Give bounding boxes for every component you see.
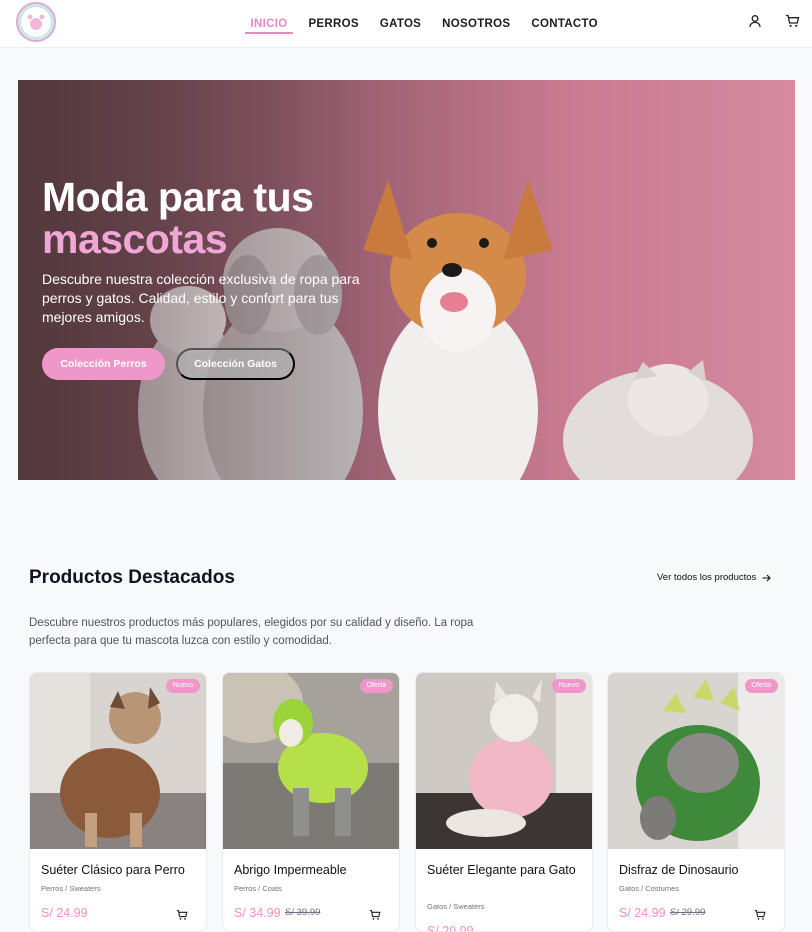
product-category: Gatos / Sweaters <box>427 902 485 911</box>
product-card[interactable]: Oferta Abrigo Impermeable Perros / Coats… <box>222 672 400 932</box>
cats-collection-button[interactable]: Colección Gatos <box>176 348 295 380</box>
nav-link-gatos[interactable]: GATOS <box>369 0 431 48</box>
product-image[interactable] <box>223 673 399 849</box>
status-badge: Nuevo <box>551 679 586 693</box>
nav-link-inicio[interactable]: INICIO <box>240 0 298 48</box>
nav-link-contacto[interactable]: CONTACTO <box>521 0 609 48</box>
hero-title-line1: Moda para tus <box>42 174 314 220</box>
nav-link-nosotros[interactable]: NOSOTROS <box>432 0 521 48</box>
status-badge: Nuevo <box>165 679 200 693</box>
brand-logo[interactable] <box>16 2 56 42</box>
see-all-products-link[interactable]: Ver todos los productos <box>657 572 772 583</box>
product-old-price: S/ 39.99 <box>285 907 321 918</box>
add-to-cart-icon[interactable] <box>176 908 188 920</box>
hero-subtitle: Descubre nuestra colección exclusiva de … <box>42 271 360 325</box>
navbar: INICIO PERROS GATOS NOSOTROS CONTACTO <box>0 0 812 48</box>
product-image[interactable] <box>608 673 784 849</box>
product-price: S/ 34.99 <box>234 906 281 920</box>
product-name[interactable]: Suéter Elegante para Gato <box>427 861 587 879</box>
product-price: S/ 29.99 <box>427 924 474 932</box>
product-price: S/ 24.99 <box>619 906 666 920</box>
arrow-right-icon <box>762 574 772 581</box>
product-image[interactable] <box>416 673 592 849</box>
product-name[interactable]: Suéter Clásico para Perro <box>41 861 201 879</box>
add-to-cart-icon[interactable] <box>754 908 766 920</box>
product-card[interactable]: Nuevo Suéter Clásico para Perro Perros /… <box>29 672 207 932</box>
user-icon[interactable] <box>746 12 764 30</box>
status-badge: Oferta <box>744 679 778 693</box>
product-name[interactable]: Abrigo Impermeable <box>234 861 394 879</box>
featured-title: Productos Destacados <box>29 567 235 588</box>
featured-description: Descubre nuestros productos más populare… <box>29 617 474 647</box>
product-category: Perros / Sweaters <box>41 884 101 893</box>
main-menu: INICIO PERROS GATOS NOSOTROS CONTACTO <box>240 0 608 48</box>
hero-title-line2: mascotas <box>42 216 228 262</box>
hero-banner: Moda para tus mascotas Descubre nuestra … <box>18 80 795 480</box>
brand-logo-graphic <box>19 5 53 39</box>
product-card[interactable]: Nuevo Suéter Elegante para Gato Gatos / … <box>415 672 593 932</box>
cart-icon[interactable] <box>783 12 801 30</box>
hero-title: Moda para tus mascotas <box>42 174 314 262</box>
product-price: S/ 24.99 <box>41 906 88 920</box>
product-old-price: S/ 29.99 <box>670 907 706 918</box>
dogs-collection-button[interactable]: Colección Perros <box>42 348 165 380</box>
add-to-cart-icon[interactable] <box>369 908 381 920</box>
product-category: Perros / Coats <box>234 884 282 893</box>
product-category: Gatos / Costumes <box>619 884 680 893</box>
product-image[interactable] <box>30 673 206 849</box>
see-all-label: Ver todos los productos <box>657 572 757 583</box>
status-badge: Oferta <box>359 679 393 693</box>
product-name[interactable]: Disfraz de Dinosaurio <box>619 861 779 879</box>
product-card[interactable]: Oferta Disfraz de Dinosaurio Gatos / Cos… <box>607 672 785 932</box>
nav-link-perros[interactable]: PERROS <box>298 0 369 48</box>
